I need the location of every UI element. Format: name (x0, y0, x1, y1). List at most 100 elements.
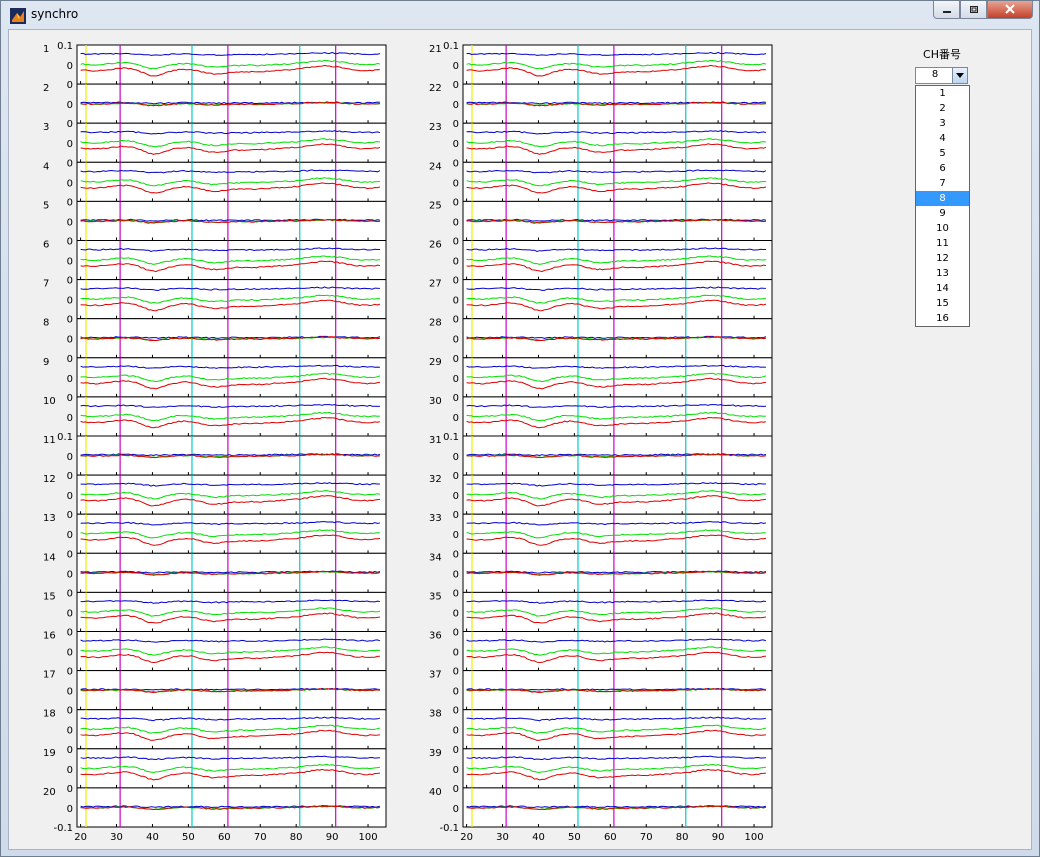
channel-option-5[interactable]: 5 (916, 146, 969, 161)
y-tick-label: 0 (453, 569, 459, 580)
channel-option-2[interactable]: 2 (916, 101, 969, 116)
y-tick-label: 0 (453, 139, 459, 150)
channel-number: 1 (43, 44, 49, 55)
channel-number: 22 (429, 83, 442, 94)
y-tick-label: 0 (453, 158, 459, 169)
plot-column-1: 1 0.102 003 004 005 006 007 008 009 0010 0011 0.101… (43, 41, 387, 843)
channel-number: 34 (429, 552, 442, 563)
y-tick-label: 0 (67, 413, 73, 424)
y-tick-label: 0 (67, 257, 73, 268)
channel-option-7[interactable]: 7 (916, 176, 969, 191)
y-tick-label: 0 (453, 510, 459, 521)
y-tick-label: 0 (453, 197, 459, 208)
channel-dropdown-list[interactable]: 1 2 3 4 5 6 7 8 9 10 11 12 13 14 15 16 (915, 85, 970, 327)
channel-plot-row: 36 0 0 (429, 628, 773, 672)
x-tick-label: 70 (640, 832, 653, 843)
channel-plot-row: 25 0 0 (429, 197, 773, 241)
y-tick-label: 0 (67, 452, 73, 463)
channel-plot-row: 14 0 0 (43, 549, 387, 593)
x-tick-label: 50 (182, 832, 195, 843)
channel-plot-row: 8 0 0 (43, 315, 387, 359)
y-tick-label: 0 (453, 745, 459, 756)
channel-plot-row: 35 0 0 (429, 588, 773, 633)
channel-number: 23 (429, 122, 442, 133)
channel-plot-row: 16 00 (43, 628, 387, 672)
channel-plot-row: 5 0 0 (43, 197, 387, 241)
x-tick-label: 20 (74, 832, 87, 843)
channel-number: 25 (429, 200, 442, 211)
channel-number: 13 (43, 513, 56, 524)
y-tick-label: 0 (453, 354, 459, 365)
y-tick-label: 0 (67, 217, 73, 228)
channel-number: 20 (43, 787, 56, 798)
y-tick-label: 0 (67, 158, 73, 169)
channel-plot-row: 21 0.10 (429, 41, 773, 85)
y-tick-label: 0 (453, 61, 459, 72)
x-tick-label: 90 (326, 832, 339, 843)
channel-option-6[interactable]: 6 (916, 161, 969, 176)
y-tick-label: 0 (67, 726, 73, 737)
x-tick-label: 40 (146, 832, 159, 843)
y-tick-label: 0 (67, 100, 73, 111)
channel-option-8[interactable]: 8 (916, 191, 969, 206)
y-tick-label: 0 (453, 80, 459, 91)
y-tick-label: 0.1 (443, 41, 459, 52)
y-tick-label: 0 (67, 549, 73, 560)
channel-option-3[interactable]: 3 (916, 116, 969, 131)
y-tick-label: 0 (453, 765, 459, 776)
plot-column-2: 21 0.1022 0023 0024 0025 0026 0027 0028 0029 0030… (429, 41, 773, 843)
y-tick-label: 0 (67, 139, 73, 150)
y-tick-label: 0 (453, 452, 459, 463)
channel-plot-row: 29 0 0 (429, 354, 773, 398)
channel-plot-row: 40 0 0 (429, 784, 773, 828)
y-tick-label: 0 (67, 393, 73, 404)
channel-plot-row: 15 00 (43, 588, 387, 633)
y-tick-label: 0 (453, 588, 459, 599)
channel-plot-row: 26 0 0 (429, 237, 773, 281)
y-tick-label: 0 (453, 296, 459, 307)
y-tick-label: 0 (453, 471, 459, 482)
y-tick-label: 0 (453, 374, 459, 385)
channel-option-15[interactable]: 15 (916, 296, 969, 311)
channel-plot-row: 7 0 0 (43, 276, 387, 320)
chevron-down-icon[interactable] (952, 68, 967, 83)
y-tick-label: 0 (453, 628, 459, 639)
y-tick-label: 0 (453, 608, 459, 619)
channel-option-13[interactable]: 13 (916, 266, 969, 281)
channel-select-value: 8 (931, 69, 939, 80)
channel-plot-row: 33 0 0 (429, 510, 773, 554)
x-tick-label: 30 (110, 832, 123, 843)
channel-option-9[interactable]: 9 (916, 206, 969, 221)
y-tick-label: 0 (453, 667, 459, 678)
channel-plot-row: 23 0 0 (429, 119, 773, 163)
x-tick-label: 80 (676, 832, 689, 843)
y-tick-label: 0 (67, 530, 73, 541)
channel-number: 8 (43, 318, 49, 329)
channel-number: 12 (43, 474, 56, 485)
channel-option-14[interactable]: 14 (916, 281, 969, 296)
channel-option-12[interactable]: 12 (916, 251, 969, 266)
channel-number: 36 (429, 631, 442, 642)
channel-option-11[interactable]: 11 (916, 236, 969, 251)
channel-number: 27 (429, 279, 442, 290)
y-tick-label: 0 (453, 491, 459, 502)
channel-plot-row: 30 0 0 (429, 393, 773, 437)
channel-number-label: CH番号 (923, 48, 961, 61)
y-tick-label: 0 (67, 804, 73, 815)
channel-option-10[interactable]: 10 (916, 221, 969, 236)
channel-plot-row: 4 0 0 (43, 158, 387, 202)
y-tick-label: 0 (67, 648, 73, 659)
channel-number: 10 (43, 396, 56, 407)
y-tick-label: 0 (67, 608, 73, 619)
channel-plot-row: 2 0 0 (43, 80, 387, 124)
y-tick-label: 0 (67, 706, 73, 717)
channel-option-4[interactable]: 4 (916, 131, 969, 146)
channel-option-1[interactable]: 1 (916, 86, 969, 101)
y-tick-label: 0.1 (57, 432, 73, 443)
y-tick-label: 0 (453, 237, 459, 248)
y-tick-label: 0 (453, 687, 459, 698)
y-tick-label: 0 (453, 178, 459, 189)
channel-select[interactable]: 8 (915, 67, 968, 84)
channel-option-16[interactable]: 16 (916, 311, 969, 326)
channel-plot-row: 37 0 0 (429, 667, 773, 711)
